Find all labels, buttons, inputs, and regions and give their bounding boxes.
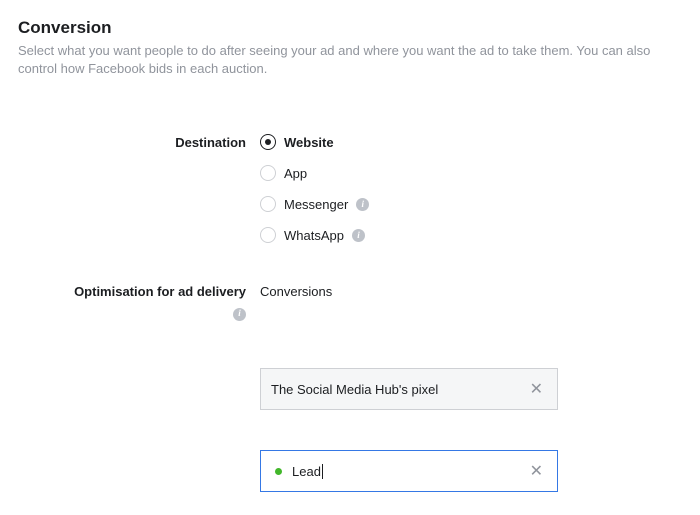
optimisation-value[interactable]: Conversions — [260, 284, 332, 299]
status-dot-icon — [275, 468, 282, 475]
destination-radio-group: Website App Messenger i WhatsApp i — [260, 134, 682, 243]
optimisation-label: Optimisation for ad delivery i — [18, 283, 260, 321]
destination-label: Destination — [18, 134, 260, 243]
pixel-row: The Social Media Hub's pixel ✕ — [18, 368, 682, 410]
close-icon[interactable]: ✕ — [526, 457, 547, 485]
conversion-event-input[interactable]: Lead ✕ — [260, 450, 558, 492]
info-icon[interactable]: i — [352, 229, 365, 242]
destination-row: Destination Website App Messenger i What… — [18, 134, 682, 243]
radio-icon — [260, 196, 276, 212]
section-title: Conversion — [18, 18, 682, 38]
text-cursor-icon — [322, 464, 323, 479]
close-icon[interactable]: ✕ — [526, 375, 547, 403]
info-icon[interactable]: i — [356, 198, 369, 211]
pixel-value: The Social Media Hub's pixel — [271, 382, 526, 397]
radio-option-app[interactable]: App — [260, 165, 682, 181]
event-row: Lead ✕ — [18, 450, 682, 492]
radio-icon — [260, 227, 276, 243]
radio-label: App — [284, 166, 307, 181]
event-input-value: Lead — [292, 464, 526, 479]
radio-label: Website — [284, 135, 334, 150]
optimisation-row: Optimisation for ad delivery i Conversio… — [18, 283, 682, 321]
pixel-select[interactable]: The Social Media Hub's pixel ✕ — [260, 368, 558, 410]
radio-icon — [260, 134, 276, 150]
pixel-label-spacer — [18, 368, 260, 410]
radio-option-messenger[interactable]: Messenger i — [260, 196, 682, 212]
event-label-spacer — [18, 450, 260, 492]
radio-label: WhatsApp — [284, 228, 344, 243]
info-icon[interactable]: i — [233, 308, 246, 321]
radio-icon — [260, 165, 276, 181]
radio-option-website[interactable]: Website — [260, 134, 682, 150]
radio-label: Messenger — [284, 197, 348, 212]
radio-option-whatsapp[interactable]: WhatsApp i — [260, 227, 682, 243]
section-description: Select what you want people to do after … — [18, 42, 682, 78]
